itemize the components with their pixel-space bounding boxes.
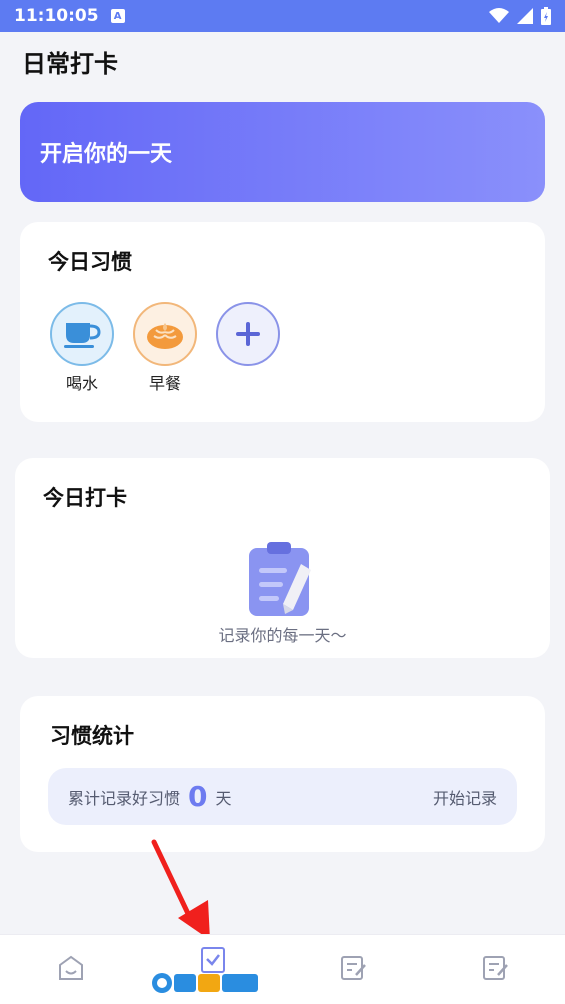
stats-summary[interactable]: 累计记录好习惯 0 天 开始记录: [48, 768, 517, 825]
battery-icon: [541, 7, 551, 25]
checkin-title: 今日打卡: [43, 486, 127, 510]
habit-breakfast[interactable]: 早餐: [133, 302, 197, 394]
habit-water[interactable]: 喝水: [50, 302, 114, 394]
edit-icon[interactable]: [480, 953, 510, 983]
arrow-annotation: [151, 839, 210, 940]
stats-count: 0: [188, 780, 208, 813]
habits-title: 今日习惯: [48, 250, 132, 274]
start-record-button[interactable]: 开始记录: [433, 785, 497, 809]
status-time: 11:10:05: [14, 6, 99, 26]
banner-text: 开启你的一天: [40, 142, 173, 167]
empty-state-text: 记录你的每一天～: [218, 626, 347, 645]
stats-title: 习惯统计: [50, 724, 134, 748]
bun-icon: [133, 302, 197, 366]
habit-stats-card: 习惯统计 累计记录好习惯 0 天 开始记录: [20, 696, 545, 852]
start-day-banner[interactable]: 开启你的一天: [20, 102, 545, 202]
today-habits-card: 今日习惯 喝水 早餐: [20, 222, 545, 422]
habit-label: 喝水: [65, 374, 98, 393]
clipboard-icon: [249, 542, 311, 616]
notification-icon: A: [110, 9, 125, 23]
stats-unit: 天: [215, 788, 232, 808]
bottom-navigation: [0, 934, 565, 1004]
signal-icon: [517, 8, 533, 24]
notes-icon[interactable]: [338, 953, 368, 983]
cup-icon: [50, 302, 114, 366]
add-habit-button[interactable]: [216, 302, 280, 366]
page-title: 日常打卡: [22, 50, 118, 78]
stats-prefix: 累计记录好习惯: [68, 788, 181, 808]
today-checkin-card: 今日打卡 记录你的每一天～: [15, 458, 550, 658]
watermark-logo: [150, 968, 260, 998]
wifi-icon: [489, 8, 509, 23]
gogo-logo-icon: [152, 973, 258, 993]
plus-icon: [216, 302, 280, 366]
habit-label: 早餐: [148, 374, 181, 393]
home-icon[interactable]: [56, 953, 86, 983]
status-bar: 11:10:05 A: [0, 0, 565, 32]
